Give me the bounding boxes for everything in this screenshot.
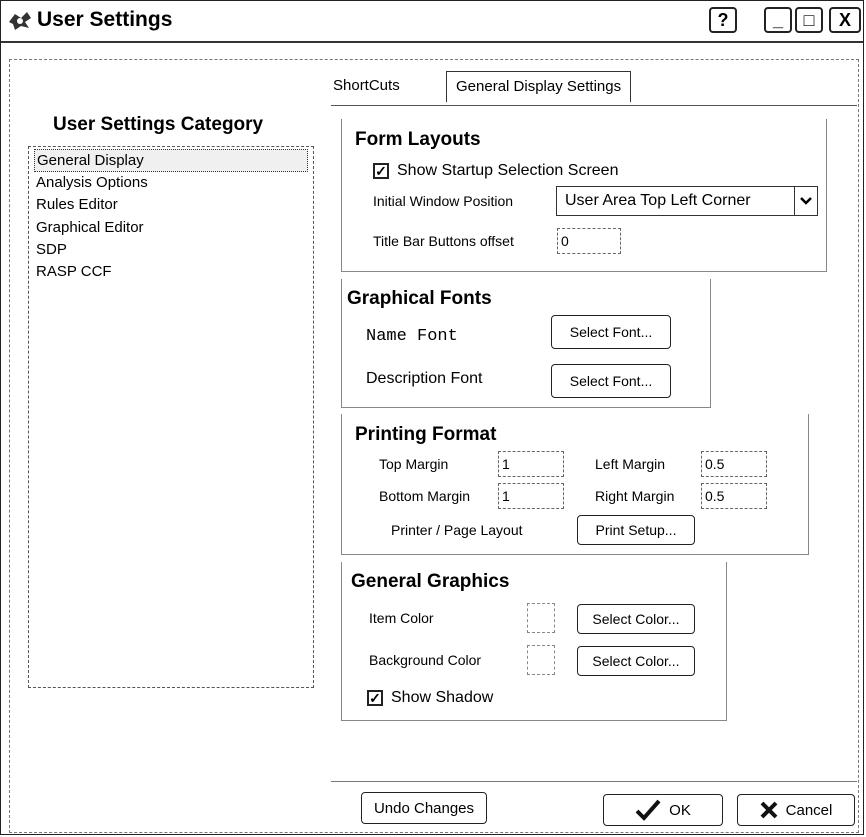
show-startup-checkbox[interactable]: ✓ bbox=[373, 163, 389, 179]
form-layouts-title: Form Layouts bbox=[355, 129, 481, 150]
show-shadow-label: Show Shadow bbox=[391, 689, 494, 706]
ok-label: OK bbox=[669, 801, 691, 819]
initial-window-select[interactable]: User Area Top Left Corner bbox=[556, 186, 818, 216]
category-item-graphical-editor[interactable]: Graphical Editor bbox=[34, 217, 146, 238]
initial-window-label: Initial Window Position bbox=[373, 193, 514, 209]
app-icon bbox=[9, 12, 31, 30]
help-button[interactable]: ? bbox=[709, 7, 737, 33]
category-item-analysis-options[interactable]: Analysis Options bbox=[34, 172, 150, 193]
x-icon bbox=[760, 801, 778, 819]
title-bar-offset-input[interactable]: 0 bbox=[557, 228, 621, 254]
graphical-fonts-title: Graphical Fonts bbox=[347, 288, 492, 309]
minimize-icon: _ bbox=[772, 9, 783, 30]
maximize-button[interactable]: □ bbox=[795, 7, 823, 33]
left-margin-label: Left Margin bbox=[595, 456, 666, 472]
printing-format-title: Printing Format bbox=[355, 424, 497, 445]
tab-shortcuts[interactable]: ShortCuts bbox=[327, 71, 406, 101]
show-startup-label: Show Startup Selection Screen bbox=[397, 162, 619, 179]
category-item-rasp-ccf[interactable]: RASP CCF bbox=[34, 261, 114, 282]
cancel-label: Cancel bbox=[785, 801, 833, 819]
category-list[interactable]: General Display Analysis Options Rules E… bbox=[28, 146, 314, 688]
category-item-sdp[interactable]: SDP bbox=[34, 239, 69, 260]
help-icon: ? bbox=[717, 9, 729, 30]
top-margin-label: Top Margin bbox=[379, 456, 449, 472]
general-graphics-title: General Graphics bbox=[351, 571, 510, 592]
title-bar[interactable]: User Settings ? _ □ X bbox=[1, 1, 863, 43]
ok-button[interactable]: OK bbox=[603, 794, 723, 826]
item-color-swatch bbox=[527, 603, 555, 633]
right-margin-input[interactable]: 0.5 bbox=[701, 483, 767, 509]
print-setup-button[interactable]: Print Setup... bbox=[577, 515, 695, 545]
close-icon: X bbox=[838, 9, 851, 30]
category-title: User Settings Category bbox=[53, 114, 264, 135]
description-font-label: Description Font bbox=[366, 370, 483, 387]
tab-divider bbox=[331, 105, 857, 106]
close-button[interactable]: X bbox=[829, 7, 861, 33]
name-font-label: Name Font bbox=[366, 327, 458, 346]
select-name-font-button[interactable]: Select Font... bbox=[551, 315, 671, 349]
right-margin-label: Right Margin bbox=[595, 488, 675, 504]
minimize-button[interactable]: _ bbox=[764, 7, 792, 33]
title-bar-offset-label: Title Bar Buttons offset bbox=[373, 233, 514, 249]
user-settings-window: User Settings ? _ □ X User Settings Cate… bbox=[0, 0, 864, 835]
checkmark-icon: ✓ bbox=[375, 163, 387, 179]
bottom-margin-input[interactable]: 1 bbox=[498, 483, 564, 509]
tab-general-display-settings[interactable]: General Display Settings bbox=[446, 71, 632, 102]
item-color-label: Item Color bbox=[369, 610, 434, 626]
select-background-color-button[interactable]: Select Color... bbox=[577, 646, 695, 676]
select-description-font-button[interactable]: Select Font... bbox=[551, 364, 671, 398]
category-item-rules-editor[interactable]: Rules Editor bbox=[34, 194, 120, 215]
select-item-color-button[interactable]: Select Color... bbox=[577, 604, 695, 634]
bottom-margin-label: Bottom Margin bbox=[379, 488, 471, 504]
maximize-icon: □ bbox=[803, 9, 815, 30]
background-color-swatch bbox=[527, 645, 555, 675]
top-margin-input[interactable]: 1 bbox=[498, 451, 564, 477]
show-shadow-checkbox[interactable]: ✓ bbox=[367, 690, 383, 706]
checkmark-icon: ✓ bbox=[369, 690, 381, 706]
category-item-general-display[interactable]: General Display bbox=[34, 149, 308, 172]
window-title: User Settings bbox=[37, 8, 173, 31]
left-margin-input[interactable]: 0.5 bbox=[701, 451, 767, 477]
initial-window-value: User Area Top Left Corner bbox=[565, 192, 751, 209]
checkmark-icon bbox=[635, 799, 661, 821]
footer-divider bbox=[331, 781, 857, 782]
cancel-button[interactable]: Cancel bbox=[737, 794, 855, 826]
background-color-label: Background Color bbox=[369, 652, 482, 668]
chevron-down-icon[interactable] bbox=[794, 187, 817, 215]
undo-changes-button[interactable]: Undo Changes bbox=[361, 792, 487, 824]
page-layout-label: Printer / Page Layout bbox=[391, 522, 523, 538]
